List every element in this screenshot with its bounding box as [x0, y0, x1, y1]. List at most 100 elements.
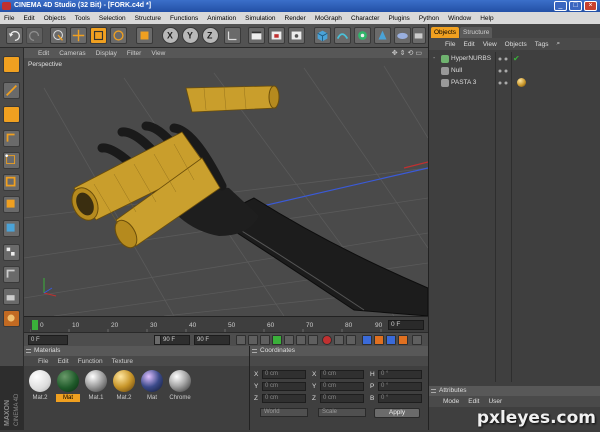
- tab-structure[interactable]: Structure: [460, 27, 493, 38]
- close-button[interactable]: ×: [584, 1, 597, 11]
- scale-icon[interactable]: [90, 27, 107, 44]
- expand-toggle-icon[interactable]: -: [433, 55, 435, 62]
- menu-structure[interactable]: Structure: [135, 15, 161, 22]
- model-mode-icon[interactable]: [136, 27, 153, 44]
- menu-simulation[interactable]: Simulation: [245, 15, 275, 22]
- render-picture-viewer-icon[interactable]: [268, 27, 285, 44]
- rotation-b-field[interactable]: 0 °: [378, 394, 422, 403]
- object-row-hypernurbs[interactable]: - HyperNURBS ✔: [433, 54, 600, 64]
- render-view-icon[interactable]: [248, 27, 265, 44]
- maximize-button[interactable]: □: [569, 1, 582, 11]
- material-menu-function[interactable]: Function: [78, 358, 103, 365]
- play-icon[interactable]: [272, 335, 282, 345]
- menu-character[interactable]: Character: [351, 15, 380, 22]
- object-menu-objects[interactable]: Objects: [505, 41, 527, 48]
- rotation-key-icon[interactable]: [386, 335, 396, 345]
- record-icon[interactable]: [322, 335, 332, 345]
- attributes-menu-user[interactable]: User: [488, 398, 502, 405]
- viewport-menu-edit[interactable]: Edit: [38, 50, 49, 57]
- previous-frame-icon[interactable]: [260, 335, 270, 345]
- menu-window[interactable]: Window: [448, 15, 471, 22]
- visibility-dots-icon[interactable]: [497, 68, 509, 74]
- start-frame-field[interactable]: 0 F: [28, 335, 68, 345]
- viewport-perspective[interactable]: Edit Cameras Display Filter View ✥⇕⟲▭ Pe…: [24, 48, 428, 316]
- viewport-navigation-icons[interactable]: ✥⇕⟲▭: [392, 49, 424, 57]
- cube-icon[interactable]: [314, 27, 331, 44]
- timeline-ruler[interactable]: 0 10 20 30 40 50 60 70 80 90: [30, 318, 386, 332]
- previous-key-icon[interactable]: [248, 335, 258, 345]
- rotate-icon[interactable]: [110, 27, 127, 44]
- locked-workplane-icon[interactable]: [3, 310, 20, 327]
- material-swatch[interactable]: Mat.2: [112, 370, 136, 402]
- viewport-menu-display[interactable]: Display: [96, 50, 117, 57]
- autokey-icon[interactable]: [334, 335, 344, 345]
- menu-objects[interactable]: Objects: [44, 15, 66, 22]
- coordinate-system-dropdown[interactable]: World: [260, 408, 308, 417]
- menu-python[interactable]: Python: [419, 15, 439, 22]
- tab-objects[interactable]: Objects: [431, 27, 460, 38]
- menu-help[interactable]: Help: [480, 15, 493, 22]
- menu-render[interactable]: Render: [285, 15, 306, 22]
- make-editable-icon[interactable]: [3, 82, 20, 99]
- model-tool-icon[interactable]: [3, 106, 20, 123]
- material-swatch[interactable]: Chrome: [168, 370, 192, 402]
- polygons-mode-icon[interactable]: [3, 196, 20, 213]
- object-menu-tags[interactable]: Tags: [535, 41, 549, 48]
- menu-file[interactable]: File: [4, 15, 14, 22]
- object-row-null[interactable]: Null: [433, 66, 600, 76]
- object-menu-file[interactable]: File: [445, 41, 455, 48]
- apply-button[interactable]: Apply: [374, 408, 420, 418]
- axis-mode-icon[interactable]: [3, 220, 20, 237]
- material-swatch[interactable]: Mat: [56, 370, 80, 402]
- viewport-menu-view[interactable]: View: [151, 50, 165, 57]
- menu-selection[interactable]: Selection: [99, 15, 126, 22]
- viewport-menu-cameras[interactable]: Cameras: [59, 50, 85, 57]
- undo-icon[interactable]: [6, 27, 23, 44]
- render-settings-icon[interactable]: [288, 27, 305, 44]
- viewport-menu-filter[interactable]: Filter: [127, 50, 141, 57]
- size-z-field[interactable]: 0 cm: [320, 394, 364, 403]
- rotation-h-field[interactable]: 0 °: [378, 370, 422, 379]
- size-y-field[interactable]: 0 cm: [320, 382, 364, 391]
- menu-functions[interactable]: Functions: [170, 15, 198, 22]
- timeline[interactable]: 0 10 20 30 40 50 60 70 80 90 0 F: [24, 316, 428, 332]
- position-y-field[interactable]: 0 cm: [262, 382, 306, 391]
- attributes-menu-edit[interactable]: Edit: [468, 398, 479, 405]
- y-axis-icon[interactable]: Y: [182, 27, 199, 44]
- attributes-menu-mode[interactable]: Mode: [443, 398, 459, 405]
- z-axis-icon[interactable]: Z: [202, 27, 219, 44]
- camera-icon[interactable]: [412, 27, 426, 44]
- tweak-mode-icon[interactable]: [3, 244, 20, 261]
- points-mode-icon[interactable]: [3, 152, 20, 169]
- size-x-field[interactable]: 0 cm: [320, 370, 364, 379]
- keyframe-selection-icon[interactable]: [346, 335, 356, 345]
- texture-tool-icon[interactable]: [3, 130, 20, 147]
- object-search-icon[interactable]: ⌕: [556, 40, 560, 48]
- x-axis-icon[interactable]: X: [162, 27, 179, 44]
- scene-icon[interactable]: [394, 27, 411, 44]
- material-menu-edit[interactable]: Edit: [57, 358, 68, 365]
- visibility-dots-icon[interactable]: [497, 80, 509, 86]
- menu-plugins[interactable]: Plugins: [388, 15, 409, 22]
- material-menu-texture[interactable]: Texture: [112, 358, 133, 365]
- size-mode-dropdown[interactable]: Scale: [318, 408, 366, 417]
- minimize-button[interactable]: _: [554, 1, 567, 11]
- position-key-icon[interactable]: [362, 335, 372, 345]
- point-level-animation-icon[interactable]: [412, 335, 422, 345]
- next-frame-icon[interactable]: [284, 335, 294, 345]
- next-key-icon[interactable]: [296, 335, 306, 345]
- menu-tools[interactable]: Tools: [75, 15, 90, 22]
- object-row-pasta[interactable]: PASTA 3: [433, 78, 600, 88]
- redo-icon[interactable]: [26, 27, 43, 44]
- object-menu-edit[interactable]: Edit: [463, 41, 474, 48]
- parameter-key-icon[interactable]: [398, 335, 408, 345]
- live-selection-icon[interactable]: [50, 27, 67, 44]
- nurbs-icon[interactable]: [334, 27, 351, 44]
- position-z-field[interactable]: 0 cm: [262, 394, 306, 403]
- material-swatch[interactable]: Mat: [140, 370, 164, 402]
- rotation-p-field[interactable]: 0 °: [378, 382, 422, 391]
- world-coordinates-icon[interactable]: [224, 27, 241, 44]
- deformer-icon[interactable]: [374, 27, 391, 44]
- use-camera-icon[interactable]: [3, 56, 20, 73]
- end-frame-field[interactable]: 90 F: [160, 335, 190, 345]
